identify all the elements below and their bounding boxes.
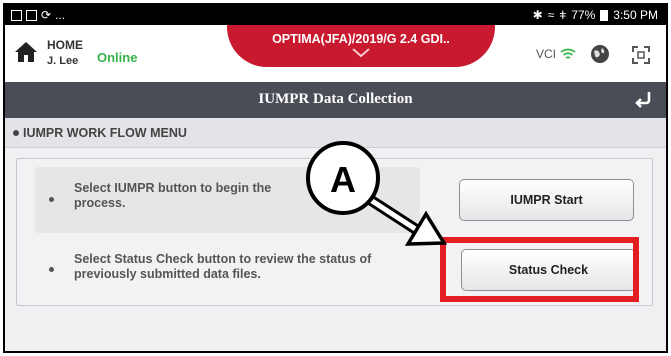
- home-icon[interactable]: [13, 39, 39, 65]
- calendar-icon: [26, 9, 37, 21]
- iumpr-start-button[interactable]: IUMPR Start: [459, 179, 634, 221]
- status-time: 3:50 PM: [613, 8, 658, 22]
- vehicle-selector[interactable]: OPTIMA(JFA)/2019/G 2.4 GDI..: [227, 25, 495, 67]
- page-title: IUMPR Data Collection: [258, 91, 413, 107]
- vci-status[interactable]: VCI: [536, 47, 576, 61]
- bullet-icon: [49, 267, 54, 272]
- wifi-icon: [560, 48, 576, 59]
- globe-icon[interactable]: [589, 43, 611, 65]
- bullet-icon: [49, 197, 54, 202]
- home-label[interactable]: HOME: [47, 39, 83, 52]
- expand-icon[interactable]: [631, 45, 651, 65]
- vci-label: VCI: [536, 47, 557, 61]
- notification-icon: [11, 9, 22, 21]
- vehicle-label: OPTIMA(JFA)/2019/G 2.4 GDI..: [272, 32, 450, 46]
- connection-status: Online: [97, 50, 138, 65]
- iumpr-start-label: IUMPR Start: [510, 193, 583, 207]
- user-name: J. Lee: [47, 55, 79, 67]
- bullet-icon: [13, 130, 19, 136]
- callout-letter: A: [330, 159, 356, 200]
- status-right: ✱ ≈ ǂ 77% 3:50 PM: [533, 8, 658, 22]
- battery-icon: [600, 9, 609, 21]
- status-check-highlight: [440, 237, 639, 302]
- back-arrow-icon[interactable]: [632, 89, 654, 111]
- status-ellipsis: ...: [55, 8, 66, 22]
- status-left: ⟳ ...: [11, 8, 65, 22]
- sync-icon: ⟳: [41, 8, 52, 22]
- signal-icon: ǂ: [559, 8, 567, 22]
- app-header: HOME J. Lee Online OPTIMA(JFA)/2019/G 2.…: [5, 25, 666, 87]
- status-check-description: Select Status Check button to review the…: [74, 252, 372, 281]
- title-bar: IUMPR Data Collection: [5, 82, 666, 118]
- wifi-status-icon: ≈: [547, 8, 555, 22]
- callout-marker: A: [306, 141, 380, 215]
- section-title: IUMPR WORK FLOW MENU: [23, 126, 187, 140]
- battery-percent: 77%: [571, 8, 596, 22]
- chevron-down-icon: [352, 48, 370, 58]
- bluetooth-icon: ✱: [532, 8, 543, 22]
- status-bar: ⟳ ... ✱ ≈ ǂ 77% 3:50 PM: [5, 5, 666, 25]
